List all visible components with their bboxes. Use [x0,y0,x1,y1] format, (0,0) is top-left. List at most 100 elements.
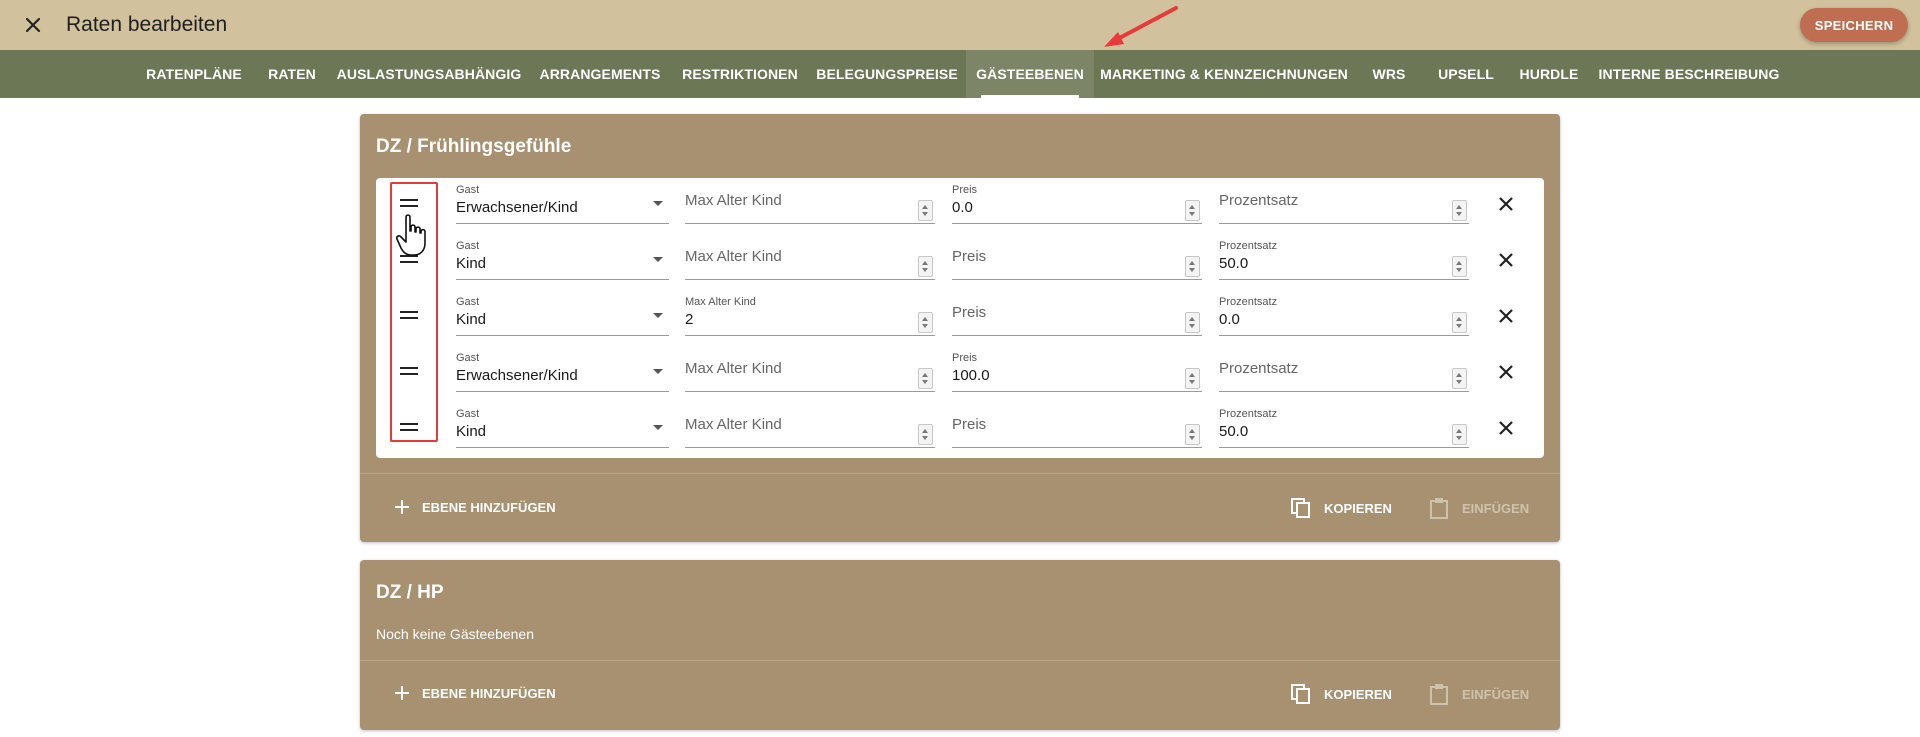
spinner-icon[interactable] [918,256,933,277]
delete-row-button[interactable] [1496,194,1516,214]
delete-row-button[interactable] [1496,418,1516,438]
field-placeholder: Max Alter Kind [685,360,782,377]
field-label: Gast [456,184,480,196]
field-placeholder: Preis [952,248,987,265]
tab-ratenplaene[interactable]: RATENPLÄNE [134,50,254,98]
spinner-icon[interactable] [918,312,933,333]
tab-upsell[interactable]: UPSELL [1426,50,1506,98]
tab-raten[interactable]: RATEN [256,50,328,98]
max-age-input[interactable]: Max Alter Kind [685,184,935,224]
drag-handle[interactable] [398,416,420,438]
add-level-label: EBENE HINZUFÜGEN [422,499,556,515]
percentage-input[interactable]: Prozentsatz 0.0 [1219,296,1469,336]
percentage-input[interactable]: Prozentsatz [1219,352,1469,392]
tab-arrangements[interactable]: ARRANGEMENTS [530,50,670,98]
spinner-icon[interactable] [1185,256,1200,277]
tab-belegungspreise[interactable]: BELEGUNGSPREISE [810,50,964,98]
guest-type-select[interactable]: Gast Kind [456,408,669,448]
chevron-down-icon [653,425,663,430]
guest-level-list: Gast Erwachsener/Kind Max Alter Kind Pre… [376,178,1544,458]
guest-type-select[interactable]: Gast Kind [456,240,669,280]
spinner-icon[interactable] [1452,424,1467,445]
guest-type-select[interactable]: Gast Kind [456,296,669,336]
tab-auslastungsabhaengig[interactable]: AUSLASTUNGSABHÄNGIG [330,50,528,98]
spinner-icon[interactable] [1452,256,1467,277]
paste-label: EINFÜGEN [1462,500,1530,516]
max-age-input[interactable]: Max Alter Kind [685,352,935,392]
paste-label: EINFÜGEN [1462,686,1530,702]
drag-handle[interactable] [398,192,420,214]
add-level-button[interactable]: EBENE HINZUFÜGEN [394,685,556,701]
field-label: Preis [952,352,978,364]
delete-row-button[interactable] [1496,306,1516,326]
chevron-down-icon [653,201,663,206]
tab-wrs[interactable]: WRS [1354,50,1424,98]
field-value: 0.0 [952,199,973,216]
delete-row-button[interactable] [1496,362,1516,382]
max-age-input[interactable]: Max Alter Kind [685,240,935,280]
percentage-input[interactable]: Prozentsatz 50.0 [1219,408,1469,448]
delete-row-button[interactable] [1496,250,1516,270]
tab-gaesteebenen[interactable]: GÄSTEEBENEN [966,50,1094,98]
spinner-icon[interactable] [918,424,933,445]
close-icon [1499,253,1513,267]
price-input[interactable]: Preis [952,240,1202,280]
max-age-input[interactable]: Max Alter Kind 2 [685,296,935,336]
drag-handle[interactable] [398,360,420,382]
empty-state-text: Noch keine Gästeebenen [376,626,534,642]
tab-interne-beschreibung[interactable]: INTERNE BESCHREIBUNG [1592,50,1786,98]
paste-button[interactable]: EINFÜGEN [1428,683,1529,705]
price-input[interactable]: Preis 100.0 [952,352,1202,392]
field-placeholder: Prozentsatz [1219,192,1299,209]
spinner-icon[interactable] [918,200,933,221]
max-age-input[interactable]: Max Alter Kind [685,408,935,448]
tab-hurdle[interactable]: HURDLE [1508,50,1590,98]
guest-type-select[interactable]: Gast Erwachsener/Kind [456,352,669,392]
drag-handle-icon [400,367,418,375]
save-button[interactable]: SPEICHERN [1800,8,1908,42]
guest-level-row: Gast Erwachsener/Kind Max Alter Kind Pre… [376,178,1544,234]
add-level-button[interactable]: EBENE HINZUFÜGEN [394,499,556,515]
price-input[interactable]: Preis [952,296,1202,336]
drag-handle-icon [400,311,418,319]
percentage-input[interactable]: Prozentsatz 50.0 [1219,240,1469,280]
field-label: Prozentsatz [1219,296,1278,308]
card-divider [360,660,1560,661]
field-value: Erwachsener/Kind [456,367,578,384]
copy-label: KOPIEREN [1324,500,1392,516]
spinner-icon[interactable] [1185,424,1200,445]
plus-icon [395,500,409,514]
drag-handle[interactable] [398,304,420,326]
guest-type-select[interactable]: Gast Erwachsener/Kind [456,184,669,224]
field-label: Gast [456,240,480,252]
spinner-icon[interactable] [1185,368,1200,389]
field-label: Prozentsatz [1219,408,1278,420]
copy-button[interactable]: KOPIEREN [1290,497,1392,519]
chevron-down-icon [653,257,663,262]
percentage-input[interactable]: Prozentsatz [1219,184,1469,224]
drag-handle[interactable] [398,248,420,270]
price-input[interactable]: Preis 0.0 [952,184,1202,224]
close-button[interactable] [20,12,46,38]
price-input[interactable]: Preis [952,408,1202,448]
copy-button[interactable]: KOPIEREN [1290,683,1392,705]
spinner-icon[interactable] [1185,312,1200,333]
close-icon [1499,197,1513,211]
tab-marketing[interactable]: MARKETING & KENNZEICHNUNGEN [1096,50,1352,98]
clipboard-icon [1430,498,1448,519]
tab-restriktionen[interactable]: RESTRIKTIONEN [672,50,808,98]
spinner-icon[interactable] [1185,200,1200,221]
annotation-arrow-icon [1104,6,1178,47]
guest-level-row: Gast Kind Max Alter Kind Preis Prozentsa… [376,234,1544,290]
close-icon [25,17,41,33]
spinner-icon[interactable] [918,368,933,389]
spinner-icon[interactable] [1452,368,1467,389]
spinner-icon[interactable] [1452,312,1467,333]
spinner-icon[interactable] [1452,200,1467,221]
field-value: Kind [456,423,487,440]
rate-card-hp: DZ / HP Noch keine Gästeebenen EBENE HIN… [360,560,1560,730]
paste-button[interactable]: EINFÜGEN [1428,497,1529,519]
guest-level-row: Gast Kind Max Alter Kind 2 Preis Prozent… [376,290,1544,346]
field-label: Preis [952,184,978,196]
copy-label: KOPIEREN [1324,686,1392,702]
